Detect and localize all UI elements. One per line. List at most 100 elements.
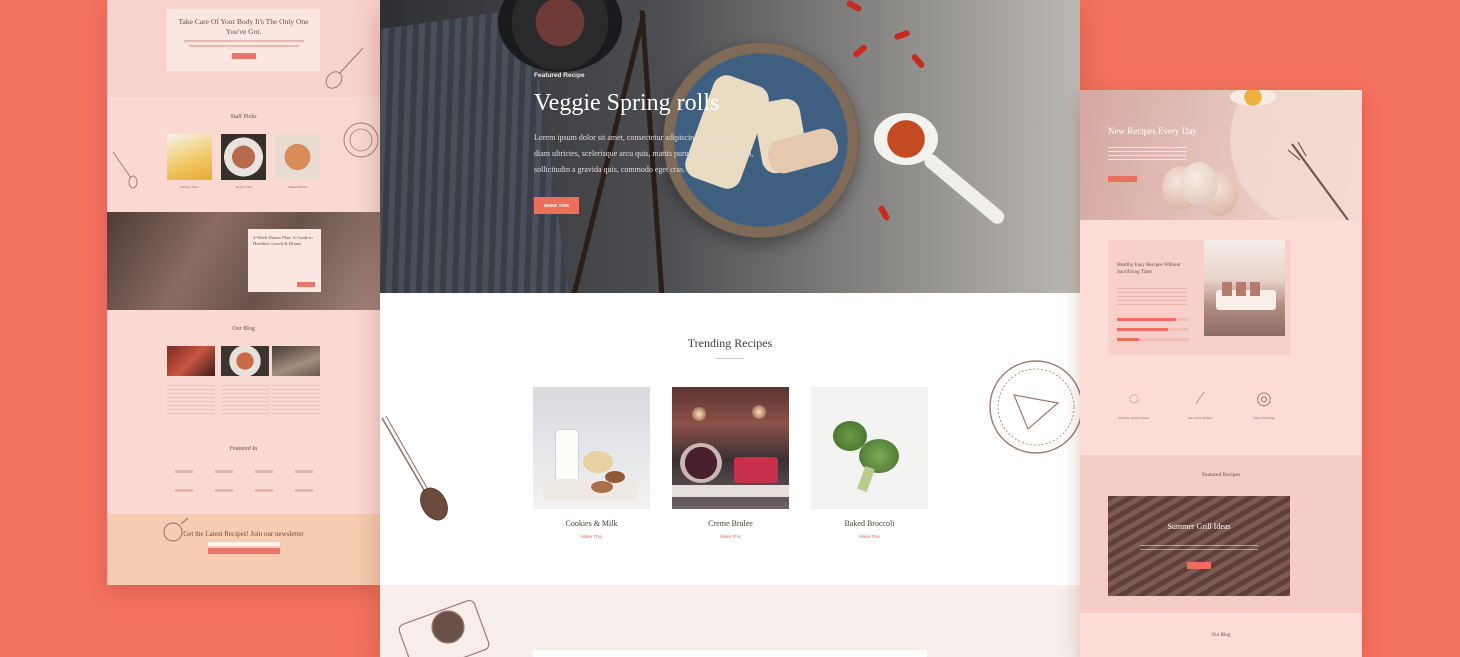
pan-sketch-icon — [163, 517, 189, 542]
staff-picks-title: Staff Picks — [230, 114, 257, 120]
blog-post-image-2[interactable] — [221, 346, 269, 376]
egg-decor — [1180, 162, 1218, 206]
chili-decor — [893, 29, 911, 41]
left-top-card-button[interactable] — [231, 52, 256, 59]
left-top-section: Take Care Of Your Body It's The Only One… — [107, 0, 380, 97]
right-hero: New Recipes Every Day — [1080, 90, 1362, 220]
newsletter-subscribe-button[interactable] — [207, 547, 280, 554]
healthy-recipes-title: Healthy Easy Recipes Without Sacrificing… — [1117, 262, 1181, 276]
cup-decor — [583, 451, 613, 473]
left-top-card: Take Care Of Your Body It's The Only One… — [167, 9, 320, 71]
cake-icon: ◎ — [1256, 388, 1272, 408]
hero-label: Featured Recipe — [534, 72, 585, 79]
center-bottom-section — [380, 585, 1080, 657]
blog-post-text-2 — [221, 382, 269, 416]
ramekin-decor — [734, 457, 778, 483]
staff-pick-image-2[interactable] — [221, 134, 266, 180]
blog-post-image-1[interactable] — [167, 346, 215, 376]
broccoli-stem-decor — [857, 466, 875, 492]
blog-post-text-3 — [272, 382, 320, 416]
hero-text: Lorem ipsum dolor sit amet, consectetur … — [534, 133, 754, 174]
right-hero-button[interactable] — [1108, 176, 1137, 182]
recipe-name-1: Cookies & Milk — [565, 519, 618, 528]
hero-banner: Featured Recipe Veggie Spring rolls Lore… — [380, 0, 1080, 293]
recipe-link-1[interactable]: Make This — [533, 534, 650, 539]
recipe-name-3: Baked Broccoli — [844, 519, 895, 528]
recipe-image-cookies-milk[interactable] — [533, 387, 650, 509]
center-page-mockup: Featured Recipe Veggie Spring rolls Lore… — [380, 0, 1080, 657]
cooking-hands-photo — [107, 212, 380, 310]
plate-decor — [672, 485, 789, 497]
tray-decor — [543, 479, 637, 501]
press-logo — [215, 489, 233, 492]
spoon-sketch-icon — [381, 415, 448, 521]
featured-in-title: Featured In — [229, 446, 258, 452]
grill-ideas-button[interactable] — [1187, 562, 1211, 569]
grill-ideas-title: Summer Grill Ideas — [1167, 522, 1231, 531]
jar-decor — [1236, 282, 1246, 296]
newsletter-section: Get the Latest Recipes! Join our newslet… — [107, 514, 380, 585]
right-hero-text — [1108, 144, 1186, 162]
jars-photo — [1204, 240, 1285, 336]
cookie-decor — [591, 481, 613, 493]
sauce-spoon-decor — [874, 113, 938, 165]
spoon-handle-decor — [921, 151, 1008, 227]
featured-recipes-title: Featured Recipes — [1201, 472, 1241, 478]
right-hero-title: New Recipes Every Day — [1108, 126, 1197, 136]
trending-recipes-title: Trending Recipes — [687, 336, 773, 350]
plate-sketch-icon — [343, 122, 379, 158]
blog-post-text-1 — [167, 382, 215, 416]
press-logo — [175, 489, 193, 492]
pan-icon: ◌ — [1128, 388, 1140, 408]
candle-light-decor — [752, 405, 766, 419]
content-card-top — [533, 650, 927, 657]
dessert-glass-decor — [680, 443, 722, 483]
make-this-button[interactable]: MAKE THIS — [534, 197, 579, 214]
staff-pick-image-1[interactable] — [167, 134, 212, 180]
dinner-plan-card-button[interactable] — [297, 282, 315, 287]
recipe-image-creme-brulee[interactable] — [672, 387, 789, 509]
left-top-card-title: Take Care Of Your Body It's The Only One… — [178, 17, 309, 36]
press-logo — [295, 470, 313, 473]
chili-decor — [910, 52, 926, 70]
staff-pick-caption-3: Baked Bread — [288, 185, 307, 189]
title-divider — [716, 358, 744, 359]
staff-pick-caption-2: Roast Crab — [235, 185, 252, 189]
pie-plate-sketch-icon — [989, 360, 1080, 454]
left-blog-title: Our Blog — [232, 326, 255, 332]
feature-caption-3: Meal Planning — [1253, 416, 1275, 420]
cutting-board-sketch-icon — [398, 599, 490, 657]
chili-decor — [845, 0, 863, 13]
jar-decor — [1222, 282, 1232, 296]
grill-ideas-text — [1140, 542, 1258, 552]
healthy-recipes-text — [1117, 285, 1187, 305]
cookie-decor — [605, 471, 625, 483]
press-logo — [175, 470, 193, 473]
hero-title: Veggie Spring rolls — [534, 90, 720, 116]
recipe-link-2[interactable]: Make This — [672, 534, 789, 539]
fork-icon — [1288, 142, 1349, 220]
recipe-image-baked-broccoli[interactable] — [811, 387, 928, 509]
dinner-plan-card-title: 4-Week Dinner Plan: A Guide to Healthier… — [253, 235, 313, 246]
chili-decor — [877, 204, 891, 222]
newsletter-title: Get the Latest Recipes! Join our newslet… — [183, 530, 304, 538]
feature-caption-1: Healthy Quick Dishes — [1118, 416, 1150, 420]
left-page-mockup: Take Care Of Your Body It's The Only One… — [107, 0, 380, 585]
knife-icon: ⁄ — [1198, 388, 1202, 408]
staff-pick-image-3[interactable] — [275, 134, 320, 180]
whisk-sketch-icon — [325, 47, 364, 89]
progress-bar — [1117, 338, 1139, 341]
press-logo — [255, 470, 273, 473]
right-page-mockup: New Recipes Every Day Healthy Easy Recip… — [1080, 90, 1362, 657]
staff-pick-caption-1: Orange Juice — [180, 185, 199, 189]
newsletter-email-input[interactable] — [207, 541, 280, 546]
recipe-link-3[interactable]: Make This — [811, 534, 928, 539]
candle-light-decor — [692, 407, 706, 421]
progress-bar — [1117, 318, 1177, 321]
right-blog-title: Our Blog — [1211, 633, 1231, 638]
press-logo — [215, 470, 233, 473]
blog-post-image-3[interactable] — [272, 346, 320, 376]
jar-decor — [1250, 282, 1260, 296]
recipe-name-2: Creme Brulee — [708, 519, 753, 528]
progress-bar — [1117, 328, 1169, 331]
